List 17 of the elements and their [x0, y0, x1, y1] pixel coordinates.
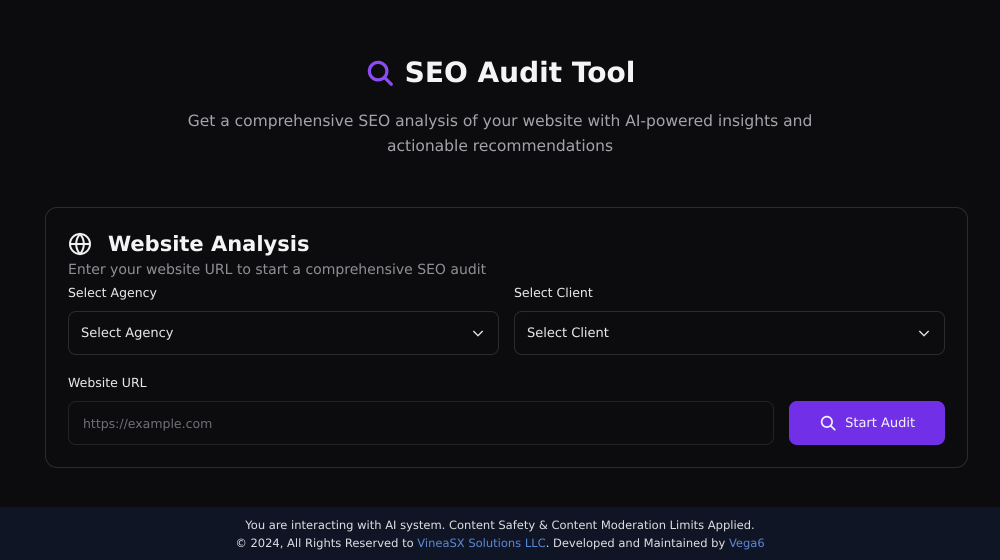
field-label: Select Client — [514, 285, 594, 300]
field-label: Select Agency — [68, 285, 158, 300]
search-icon — [819, 414, 838, 432]
globe-icon — [68, 232, 92, 256]
footer-notice: You are interacting with AI system. Content Safety & Content Moderation Limits Applied. — [245, 518, 755, 532]
copyright-text: © 2024, All Rights Reserved to VineaSX Solutions LLC. Developed and Maintained by Vega6 — [235, 536, 765, 550]
select-dropdown[interactable]: Select Agency — [68, 311, 499, 355]
card-title: Website Analysis — [108, 232, 310, 256]
footer-link[interactable]: Vega6 — [728, 536, 765, 550]
page-subtitle: Get a comprehensive SEO analysis of your website with AI-powered insights and actionable recommendations — [186, 111, 814, 157]
select-dropdown[interactable]: Select Client — [514, 311, 945, 355]
footer-link[interactable]: VineaSX Solutions LLC — [417, 536, 546, 550]
page-title: SEO Audit Tool — [404, 56, 636, 89]
card-description: Enter your website URL to start a comprehensive SEO audit — [68, 262, 488, 278]
start-audit-button[interactable]: Start Audit — [789, 401, 945, 445]
url-input[interactable]: https://example.com — [68, 401, 774, 445]
field-label: Website URL — [68, 375, 148, 390]
